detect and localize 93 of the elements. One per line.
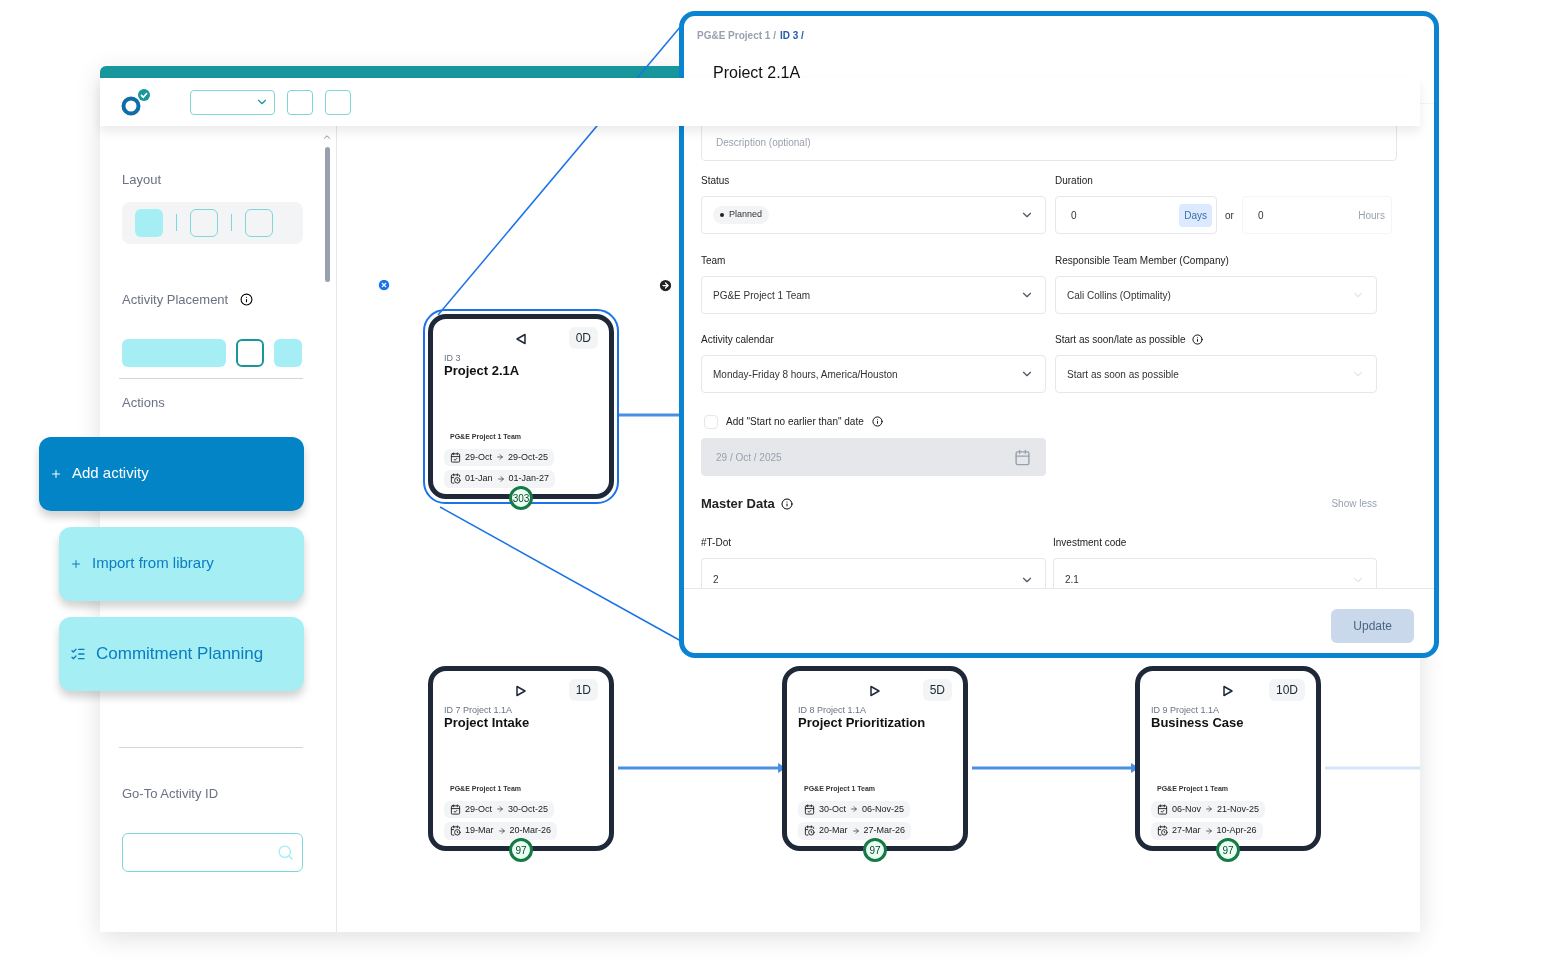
activity-title: Business Case xyxy=(1151,715,1245,730)
calendar-icon xyxy=(1014,448,1031,466)
plus-icon xyxy=(70,557,82,570)
select-field[interactable]: PG&E Project 1 Team xyxy=(701,276,1046,314)
toolbar-button[interactable] xyxy=(287,89,313,115)
arrow-right-icon xyxy=(496,805,504,814)
calendar-clock-icon xyxy=(450,825,461,837)
dropdown[interactable] xyxy=(190,89,275,115)
calendar-clock-icon xyxy=(450,473,461,485)
select-field[interactable]: Monday-Friday 8 hours, America/Houston xyxy=(701,355,1046,393)
checkbox-label: Add "Start no earlier than" date xyxy=(726,415,864,429)
logo-icon xyxy=(120,87,152,117)
search-field[interactable] xyxy=(122,833,303,872)
field-label: Investment code xyxy=(1053,535,1128,550)
score-badge: 97 xyxy=(1216,838,1240,862)
scrollbar[interactable] xyxy=(322,132,332,282)
calendar-icon xyxy=(1157,803,1168,815)
calendar-icon xyxy=(804,803,815,815)
layout-option[interactable] xyxy=(245,208,273,237)
calendar-clock-icon xyxy=(1157,825,1168,837)
duration-badge: 5D xyxy=(922,679,952,701)
activity-title: Project 2.1A xyxy=(444,363,521,378)
section-title: Master Data xyxy=(701,495,775,513)
date-range-chip: 29-Oct 30-Oct-25 xyxy=(444,800,555,818)
select-field[interactable]: 2.1 xyxy=(1053,557,1377,588)
calendar-icon xyxy=(450,451,461,463)
activity-id: ID 9 Project 1.1A xyxy=(1151,705,1221,715)
duration-badge: 1D xyxy=(568,679,598,701)
arrow-right-icon xyxy=(851,826,860,835)
arrow-right-icon xyxy=(850,805,858,814)
activity-id: ID 3 xyxy=(444,353,462,363)
date-range-chip: 19-Mar 20-Mar-26 xyxy=(444,822,558,840)
section-label: Actions xyxy=(122,394,166,412)
field-label: Status xyxy=(701,174,731,188)
activity-id: ID 7 Project 1.1A xyxy=(444,705,514,715)
score-badge: 97 xyxy=(863,838,887,862)
arrow-right-icon xyxy=(496,474,505,483)
activity-id: ID 8 Project 1.1A xyxy=(798,705,868,715)
field-label: #T-Dot xyxy=(701,535,732,550)
layout-option[interactable] xyxy=(135,208,163,237)
search-icon xyxy=(277,844,294,861)
calendar-icon xyxy=(450,803,461,815)
date-range-chip: 30-Oct 06-Nov-25 xyxy=(798,800,911,818)
select-field[interactable]: Cali Collins (Optimality) xyxy=(1055,276,1377,314)
date-range-chip: 27-Mar 10-Apr-26 xyxy=(1151,822,1263,840)
arrow-right-icon xyxy=(496,453,504,462)
action-button[interactable]: Add activity xyxy=(39,436,304,511)
close-icon[interactable] xyxy=(377,278,391,292)
field-label: Duration xyxy=(1055,174,1094,188)
arrow-right-icon xyxy=(497,826,506,835)
duration-badge: 10D xyxy=(1269,679,1305,701)
select-field[interactable]: Planned xyxy=(701,196,1046,234)
field-label: Team xyxy=(701,254,727,268)
hours-field[interactable]: 0 Hours xyxy=(1241,196,1392,234)
select-field[interactable]: Start as soon as possible xyxy=(1055,355,1377,393)
info-icon xyxy=(240,292,254,306)
layout-option[interactable] xyxy=(190,208,218,237)
info-icon xyxy=(780,497,793,510)
duration-badge: 0D xyxy=(568,327,598,349)
action-button[interactable]: Commitment Planning xyxy=(59,616,304,691)
calendar-clock-icon xyxy=(804,825,815,837)
date-range-chip: 01-Jan 01-Jan-27 xyxy=(444,470,556,488)
action-button[interactable]: Import from library xyxy=(59,526,304,601)
section-label: Go-To Activity ID xyxy=(122,784,220,803)
field-label: Activity calendar xyxy=(701,333,775,347)
breadcrumb-link[interactable]: ID 3 / xyxy=(779,28,804,43)
arrow-right-icon xyxy=(1204,826,1213,835)
arrow-right-circle-icon[interactable] xyxy=(658,278,673,293)
date-range-chip: 06-Nov 21-Nov-25 xyxy=(1151,800,1266,818)
date-range-chip: 29-Oct 29-Oct-25 xyxy=(444,448,555,466)
placement-option[interactable] xyxy=(236,339,264,367)
info-icon xyxy=(1191,334,1203,345)
scroll-up-icon[interactable] xyxy=(322,132,332,142)
days-field[interactable]: 0 Days xyxy=(1055,196,1217,234)
connector-line xyxy=(618,413,682,417)
arrow-right-icon xyxy=(1205,805,1213,814)
field-label: Responsible Team Member (Company) xyxy=(1055,254,1230,268)
panel-title: Project 2.1A xyxy=(712,63,802,83)
toolbar-button[interactable] xyxy=(325,89,351,115)
info-icon xyxy=(871,416,883,427)
section-label: Layout xyxy=(122,171,163,189)
status-chip: Planned xyxy=(713,206,770,224)
score-badge: 303 xyxy=(509,486,533,510)
or-text: or xyxy=(1225,208,1234,223)
score-badge: 97 xyxy=(509,838,533,862)
update-button[interactable]: Update xyxy=(1331,608,1414,643)
section-label: Activity Placement xyxy=(122,290,229,309)
date-range-chip: 20-Mar 27-Mar-26 xyxy=(798,822,912,840)
activity-title: Project Intake xyxy=(444,715,531,730)
activity-title: Project Prioritization xyxy=(798,715,927,730)
plus-icon xyxy=(50,467,62,480)
select-field[interactable]: 2 xyxy=(701,557,1046,588)
field-label: Start as soon/late as possible xyxy=(1055,333,1186,347)
